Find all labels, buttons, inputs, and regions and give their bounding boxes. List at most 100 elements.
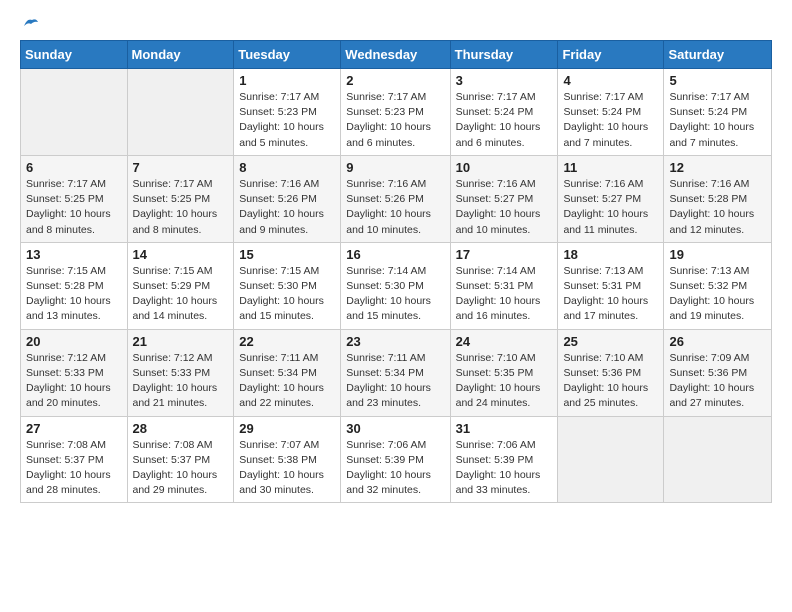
calendar-cell: 8 Sunrise: 7:16 AM Sunset: 5:26 PM Daylig…: [234, 155, 341, 242]
day-number: 18: [563, 247, 658, 262]
calendar-header-saturday: Saturday: [664, 41, 772, 69]
calendar-cell: 23 Sunrise: 7:11 AM Sunset: 5:34 PM Dayli…: [341, 329, 450, 416]
header: [20, 16, 772, 30]
day-number: 19: [669, 247, 766, 262]
day-info: Sunrise: 7:13 AM Sunset: 5:31 PM Dayligh…: [563, 264, 658, 325]
day-number: 5: [669, 73, 766, 88]
calendar-cell: [664, 416, 772, 503]
day-info: Sunrise: 7:12 AM Sunset: 5:33 PM Dayligh…: [133, 351, 229, 412]
calendar-header-tuesday: Tuesday: [234, 41, 341, 69]
day-number: 15: [239, 247, 335, 262]
logo: [20, 16, 40, 30]
day-info: Sunrise: 7:15 AM Sunset: 5:29 PM Dayligh…: [133, 264, 229, 325]
calendar-cell: 29 Sunrise: 7:07 AM Sunset: 5:38 PM Dayli…: [234, 416, 341, 503]
day-number: 20: [26, 334, 122, 349]
calendar-cell: 15 Sunrise: 7:15 AM Sunset: 5:30 PM Dayli…: [234, 242, 341, 329]
calendar-cell: 19Sunrise: 7:13 AM Sunset: 5:32 PM Dayli…: [664, 242, 772, 329]
day-number: 4: [563, 73, 658, 88]
day-info: Sunrise: 7:17 AM Sunset: 5:25 PM Dayligh…: [133, 177, 229, 238]
calendar-cell: 2 Sunrise: 7:17 AM Sunset: 5:23 PM Daylig…: [341, 69, 450, 156]
day-number: 11: [563, 160, 658, 175]
calendar-cell: 3 Sunrise: 7:17 AM Sunset: 5:24 PM Daylig…: [450, 69, 558, 156]
calendar-cell: 30 Sunrise: 7:06 AM Sunset: 5:39 PM Dayli…: [341, 416, 450, 503]
day-number: 27: [26, 421, 122, 436]
day-info: Sunrise: 7:16 AM Sunset: 5:26 PM Dayligh…: [239, 177, 335, 238]
calendar-cell: 11Sunrise: 7:16 AM Sunset: 5:27 PM Dayli…: [558, 155, 664, 242]
day-info: Sunrise: 7:17 AM Sunset: 5:23 PM Dayligh…: [239, 90, 335, 151]
day-info: Sunrise: 7:10 AM Sunset: 5:35 PM Dayligh…: [456, 351, 553, 412]
calendar-cell: 26Sunrise: 7:09 AM Sunset: 5:36 PM Dayli…: [664, 329, 772, 416]
day-number: 29: [239, 421, 335, 436]
day-number: 23: [346, 334, 444, 349]
day-info: Sunrise: 7:17 AM Sunset: 5:24 PM Dayligh…: [669, 90, 766, 151]
day-info: Sunrise: 7:11 AM Sunset: 5:34 PM Dayligh…: [346, 351, 444, 412]
day-number: 13: [26, 247, 122, 262]
day-info: Sunrise: 7:10 AM Sunset: 5:36 PM Dayligh…: [563, 351, 658, 412]
calendar-header-row: SundayMondayTuesdayWednesdayThursdayFrid…: [21, 41, 772, 69]
calendar-cell: 25 Sunrise: 7:10 AM Sunset: 5:36 PM Dayli…: [558, 329, 664, 416]
day-number: 28: [133, 421, 229, 436]
day-number: 14: [133, 247, 229, 262]
calendar-cell: 28 Sunrise: 7:08 AM Sunset: 5:37 PM Dayli…: [127, 416, 234, 503]
calendar-cell: 6Sunrise: 7:17 AM Sunset: 5:25 PM Daylig…: [21, 155, 128, 242]
page: SundayMondayTuesdayWednesdayThursdayFrid…: [0, 0, 792, 519]
calendar-cell: [21, 69, 128, 156]
calendar-cell: 31 Sunrise: 7:06 AM Sunset: 5:39 PM Dayli…: [450, 416, 558, 503]
day-info: Sunrise: 7:16 AM Sunset: 5:26 PM Dayligh…: [346, 177, 444, 238]
day-number: 25: [563, 334, 658, 349]
calendar-cell: 16 Sunrise: 7:14 AM Sunset: 5:30 PM Dayli…: [341, 242, 450, 329]
day-info: Sunrise: 7:06 AM Sunset: 5:39 PM Dayligh…: [346, 438, 444, 499]
calendar: SundayMondayTuesdayWednesdayThursdayFrid…: [20, 40, 772, 503]
day-number: 8: [239, 160, 335, 175]
day-number: 31: [456, 421, 553, 436]
calendar-week-5: 27 Sunrise: 7:08 AM Sunset: 5:37 PM Dayli…: [21, 416, 772, 503]
day-info: Sunrise: 7:09 AM Sunset: 5:36 PM Dayligh…: [669, 351, 766, 412]
calendar-cell: 4Sunrise: 7:17 AM Sunset: 5:24 PM Daylig…: [558, 69, 664, 156]
logo-text: [20, 16, 40, 30]
day-number: 16: [346, 247, 444, 262]
calendar-cell: 20 Sunrise: 7:12 AM Sunset: 5:33 PM Dayli…: [21, 329, 128, 416]
calendar-header-wednesday: Wednesday: [341, 41, 450, 69]
calendar-header-sunday: Sunday: [21, 41, 128, 69]
day-info: Sunrise: 7:08 AM Sunset: 5:37 PM Dayligh…: [26, 438, 122, 499]
calendar-cell: 7 Sunrise: 7:17 AM Sunset: 5:25 PM Daylig…: [127, 155, 234, 242]
calendar-cell: [127, 69, 234, 156]
day-number: 22: [239, 334, 335, 349]
calendar-cell: 18 Sunrise: 7:13 AM Sunset: 5:31 PM Dayli…: [558, 242, 664, 329]
day-info: Sunrise: 7:17 AM Sunset: 5:23 PM Dayligh…: [346, 90, 444, 151]
day-info: Sunrise: 7:17 AM Sunset: 5:24 PM Dayligh…: [456, 90, 553, 151]
day-number: 24: [456, 334, 553, 349]
day-info: Sunrise: 7:12 AM Sunset: 5:33 PM Dayligh…: [26, 351, 122, 412]
day-info: Sunrise: 7:16 AM Sunset: 5:28 PM Dayligh…: [669, 177, 766, 238]
calendar-cell: 9Sunrise: 7:16 AM Sunset: 5:26 PM Daylig…: [341, 155, 450, 242]
logo-bird-icon: [22, 16, 40, 30]
day-number: 3: [456, 73, 553, 88]
calendar-header-monday: Monday: [127, 41, 234, 69]
calendar-cell: 27 Sunrise: 7:08 AM Sunset: 5:37 PM Dayli…: [21, 416, 128, 503]
calendar-cell: 21 Sunrise: 7:12 AM Sunset: 5:33 PM Dayli…: [127, 329, 234, 416]
calendar-header-thursday: Thursday: [450, 41, 558, 69]
day-info: Sunrise: 7:08 AM Sunset: 5:37 PM Dayligh…: [133, 438, 229, 499]
day-info: Sunrise: 7:07 AM Sunset: 5:38 PM Dayligh…: [239, 438, 335, 499]
day-info: Sunrise: 7:15 AM Sunset: 5:30 PM Dayligh…: [239, 264, 335, 325]
day-info: Sunrise: 7:15 AM Sunset: 5:28 PM Dayligh…: [26, 264, 122, 325]
calendar-cell: 10Sunrise: 7:16 AM Sunset: 5:27 PM Dayli…: [450, 155, 558, 242]
calendar-cell: 24 Sunrise: 7:10 AM Sunset: 5:35 PM Dayli…: [450, 329, 558, 416]
calendar-cell: 5 Sunrise: 7:17 AM Sunset: 5:24 PM Daylig…: [664, 69, 772, 156]
day-number: 17: [456, 247, 553, 262]
calendar-cell: 14 Sunrise: 7:15 AM Sunset: 5:29 PM Dayli…: [127, 242, 234, 329]
day-number: 2: [346, 73, 444, 88]
calendar-cell: 17Sunrise: 7:14 AM Sunset: 5:31 PM Dayli…: [450, 242, 558, 329]
day-number: 21: [133, 334, 229, 349]
day-number: 10: [456, 160, 553, 175]
calendar-cell: [558, 416, 664, 503]
calendar-cell: 12 Sunrise: 7:16 AM Sunset: 5:28 PM Dayli…: [664, 155, 772, 242]
day-number: 7: [133, 160, 229, 175]
day-info: Sunrise: 7:06 AM Sunset: 5:39 PM Dayligh…: [456, 438, 553, 499]
calendar-week-2: 6Sunrise: 7:17 AM Sunset: 5:25 PM Daylig…: [21, 155, 772, 242]
day-number: 12: [669, 160, 766, 175]
day-info: Sunrise: 7:14 AM Sunset: 5:30 PM Dayligh…: [346, 264, 444, 325]
day-number: 30: [346, 421, 444, 436]
calendar-week-3: 13 Sunrise: 7:15 AM Sunset: 5:28 PM Dayli…: [21, 242, 772, 329]
calendar-cell: 13 Sunrise: 7:15 AM Sunset: 5:28 PM Dayli…: [21, 242, 128, 329]
